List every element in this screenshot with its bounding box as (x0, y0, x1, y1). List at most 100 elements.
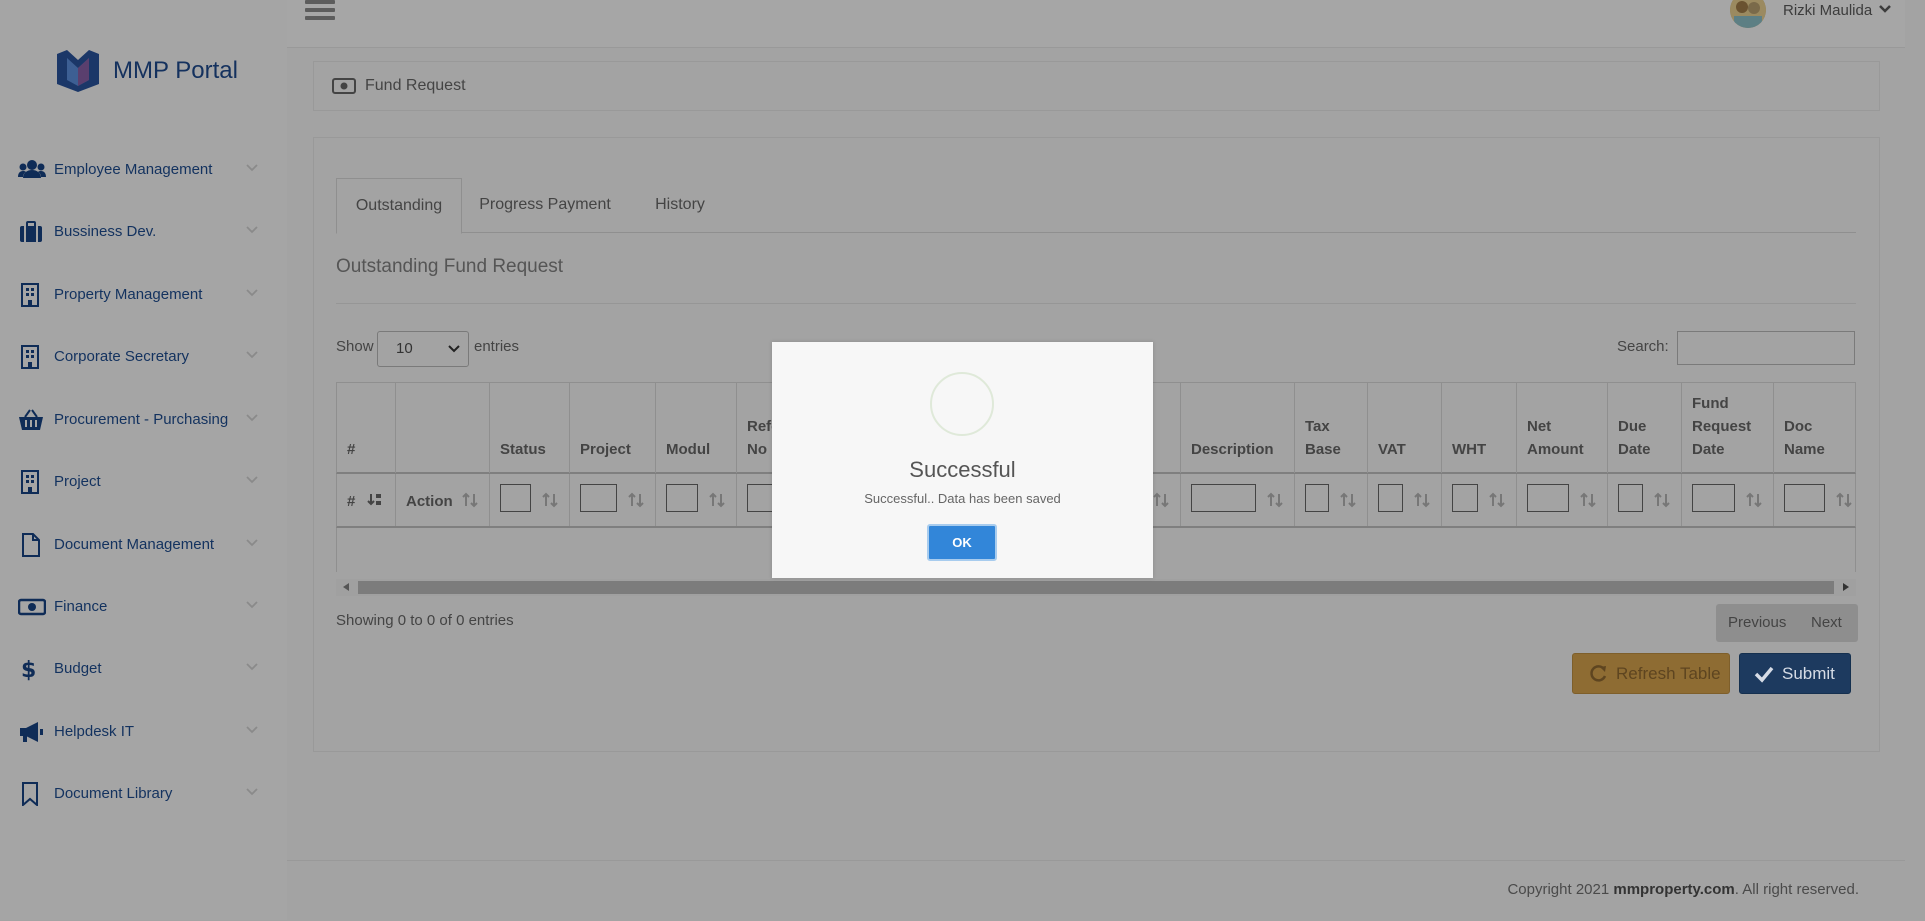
filter-input-wht[interactable] (1452, 484, 1478, 512)
sidebar: MMP Portal Employee Management Bussiness … (0, 0, 287, 920)
sort-icon[interactable] (1836, 492, 1852, 508)
next-button[interactable]: Next (1811, 614, 1842, 631)
ok-button[interactable]: OK (927, 524, 997, 561)
filter-input-status[interactable] (500, 484, 531, 512)
sort-icon[interactable] (1654, 492, 1670, 508)
search-label: Search: (1617, 338, 1669, 355)
sidebar-item-label: Corporate Secretary (54, 348, 190, 365)
tab-progress-payment[interactable]: Progress Payment (460, 178, 630, 232)
sort-icon[interactable] (1580, 492, 1596, 508)
filter-input-project[interactable] (580, 484, 617, 512)
page-size-select[interactable]: 10 (377, 331, 469, 367)
sort-icon[interactable] (709, 492, 725, 508)
filter-cell-doc-name (1774, 474, 1856, 526)
chevron-down-icon (246, 788, 258, 796)
mmp-logo-icon (57, 50, 99, 92)
sidebar-item-procurement-purchasing[interactable]: Procurement - Purchasing (0, 397, 287, 443)
sidebar-item-label: Document Library (54, 785, 173, 802)
sort-icon[interactable] (1340, 492, 1356, 508)
filter-input-vat[interactable] (1378, 484, 1403, 512)
sidebar-item-bussiness-dev[interactable]: Bussiness Dev. (0, 209, 287, 255)
sort-icon[interactable] (1153, 492, 1169, 508)
building-icon (18, 470, 46, 494)
user-menu[interactable]: Rizki Maulida (1730, 0, 1892, 28)
sidebar-item-label: Bussiness Dev. (54, 223, 157, 240)
sidebar-item-finance[interactable]: Finance (0, 584, 287, 630)
filter-input-net-amount[interactable] (1527, 484, 1569, 512)
filter-cell-modul (656, 474, 737, 526)
col-header-due-date[interactable]: Due Date (1608, 383, 1682, 473)
sort-icon[interactable] (462, 492, 478, 508)
chevron-down-icon (246, 289, 258, 297)
col-header-modul[interactable]: Modul (656, 383, 737, 473)
scroll-right-icon[interactable] (1841, 582, 1851, 592)
copyright-text: Copyright 2021 mmproperty.com. All right… (1507, 881, 1859, 898)
entries-label: entries (474, 338, 520, 355)
sidebar-item-property-management[interactable]: Property Management (0, 272, 287, 318)
sidebar-item-employee-management[interactable]: Employee Management (0, 147, 287, 193)
filter-input-fund-request-date[interactable] (1692, 484, 1735, 512)
sidebar-item-helpdesk-it[interactable]: Helpdesk IT (0, 709, 287, 755)
filter-input-modul[interactable] (666, 484, 698, 512)
tab-history[interactable]: History (630, 178, 730, 232)
horizontal-scrollbar[interactable] (336, 579, 1856, 596)
filter-cell-wht (1442, 474, 1517, 526)
filter-input-tax-base[interactable] (1305, 484, 1329, 512)
refresh-table-label: Refresh Table (1616, 663, 1721, 683)
col-header-description[interactable]: Description (1181, 383, 1295, 473)
sidebar-item-corporate-secretary[interactable]: Corporate Secretary (0, 334, 287, 380)
col-header-vat[interactable]: VAT (1368, 383, 1442, 473)
filter-input-due-date[interactable] (1618, 484, 1643, 512)
col-header-action[interactable] (396, 383, 490, 473)
refresh-table-button[interactable]: Refresh Table (1572, 653, 1730, 694)
tab-outstanding[interactable]: Outstanding (336, 178, 462, 234)
col-header-index[interactable]: # (337, 383, 396, 473)
page-title: Fund Request (365, 77, 466, 94)
col-header-doc-name[interactable]: Doc Name (1774, 383, 1856, 473)
chevron-down-icon (246, 164, 258, 172)
filter-cell-due-date (1608, 474, 1682, 526)
sort-icon[interactable] (1267, 492, 1283, 508)
bookmark-icon (18, 782, 46, 806)
filter-cell-project (570, 474, 656, 526)
sort-icon[interactable] (628, 492, 644, 508)
submit-button[interactable]: Submit (1739, 653, 1851, 694)
col-header-net-amount[interactable]: Net Amount (1517, 383, 1608, 473)
check-icon (1754, 666, 1774, 683)
building-icon (18, 345, 46, 369)
brand[interactable]: MMP Portal (55, 50, 238, 92)
scroll-left-icon[interactable] (341, 582, 351, 592)
previous-button[interactable]: Previous (1728, 614, 1786, 631)
briefcase-icon (18, 220, 46, 244)
sidebar-item-project[interactable]: Project (0, 459, 287, 505)
scroll-thumb[interactable] (358, 581, 1834, 594)
col-header-project[interactable]: Project (570, 383, 656, 473)
menu-toggle-icon[interactable] (305, 0, 335, 24)
sort-icon[interactable] (542, 492, 558, 508)
sort-icon[interactable] (1414, 492, 1430, 508)
col-header-status[interactable]: Status (490, 383, 570, 473)
footer-site-link[interactable]: mmproperty.com (1613, 881, 1734, 898)
sidebar-item-document-library[interactable]: Document Library (0, 771, 287, 817)
sort-icon[interactable] (1489, 492, 1505, 508)
filter-input-doc-name[interactable] (1784, 484, 1825, 512)
sidebar-item-budget[interactable]: $ Budget (0, 646, 287, 692)
file-icon (18, 533, 46, 557)
col-header-wht[interactable]: WHT (1442, 383, 1517, 473)
filter-cell-index: # (337, 474, 396, 526)
search-input[interactable] (1677, 331, 1855, 365)
dialog-message: Successful.. Data has been saved (864, 491, 1061, 506)
col-header-tax-base[interactable]: Tax Base (1295, 383, 1368, 473)
col-header-fund-request-date[interactable]: Fund Request Date (1682, 383, 1774, 473)
money-icon (18, 595, 46, 619)
sidebar-item-label: Procurement - Purchasing (54, 411, 229, 428)
success-icon (930, 372, 994, 436)
sort-icon[interactable] (1746, 492, 1762, 508)
topbar: Rizki Maulida (287, 0, 1905, 48)
filter-input-description[interactable] (1191, 484, 1256, 512)
sidebar-item-label: Document Management (54, 536, 215, 553)
sort-desc-icon[interactable] (367, 492, 383, 508)
avatar (1730, 0, 1766, 28)
filter-cell-action: Action (396, 474, 490, 526)
sidebar-item-document-management[interactable]: Document Management (0, 522, 287, 568)
